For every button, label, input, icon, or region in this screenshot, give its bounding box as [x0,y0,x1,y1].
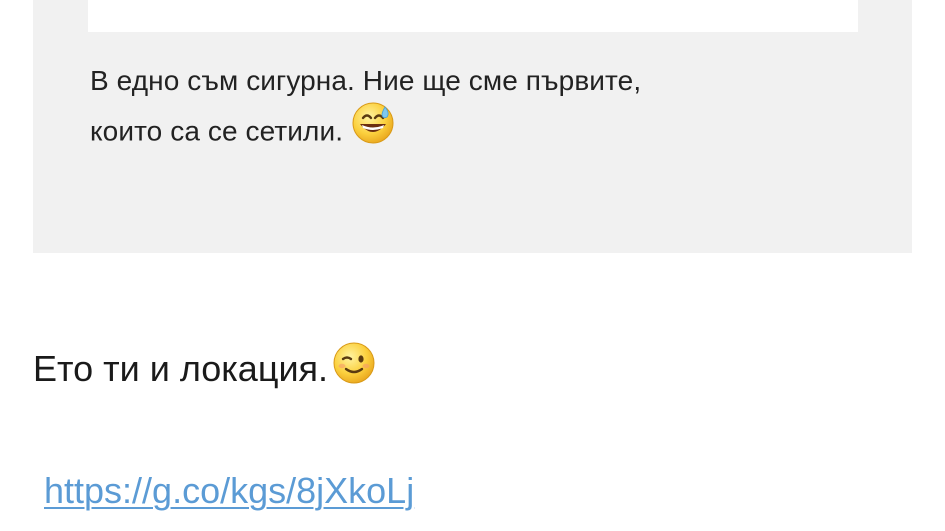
chat-message: Ето ти и локация. [33,341,376,400]
quoted-message-text: В едно съм сигурна. Ние ще сме първите, … [90,58,850,162]
quoted-message: В едно съм сигурна. Ние ще сме първите, … [33,0,912,253]
grinning-sweat-emoji-icon [351,101,395,159]
quoted-line-2: които са се сетили. [90,101,850,162]
quoted-card-edge [88,0,858,32]
quoted-line-1: В едно съм сигурна. Ние ще сме първите, [90,65,642,96]
quoted-line-2-text: които са се сетили. [90,115,344,147]
chat-message-text: Ето ти и локация. [33,348,329,390]
location-link[interactable]: https://g.co/kgs/8jXkoLj [44,466,414,516]
winking-face-emoji-icon [332,341,376,398]
